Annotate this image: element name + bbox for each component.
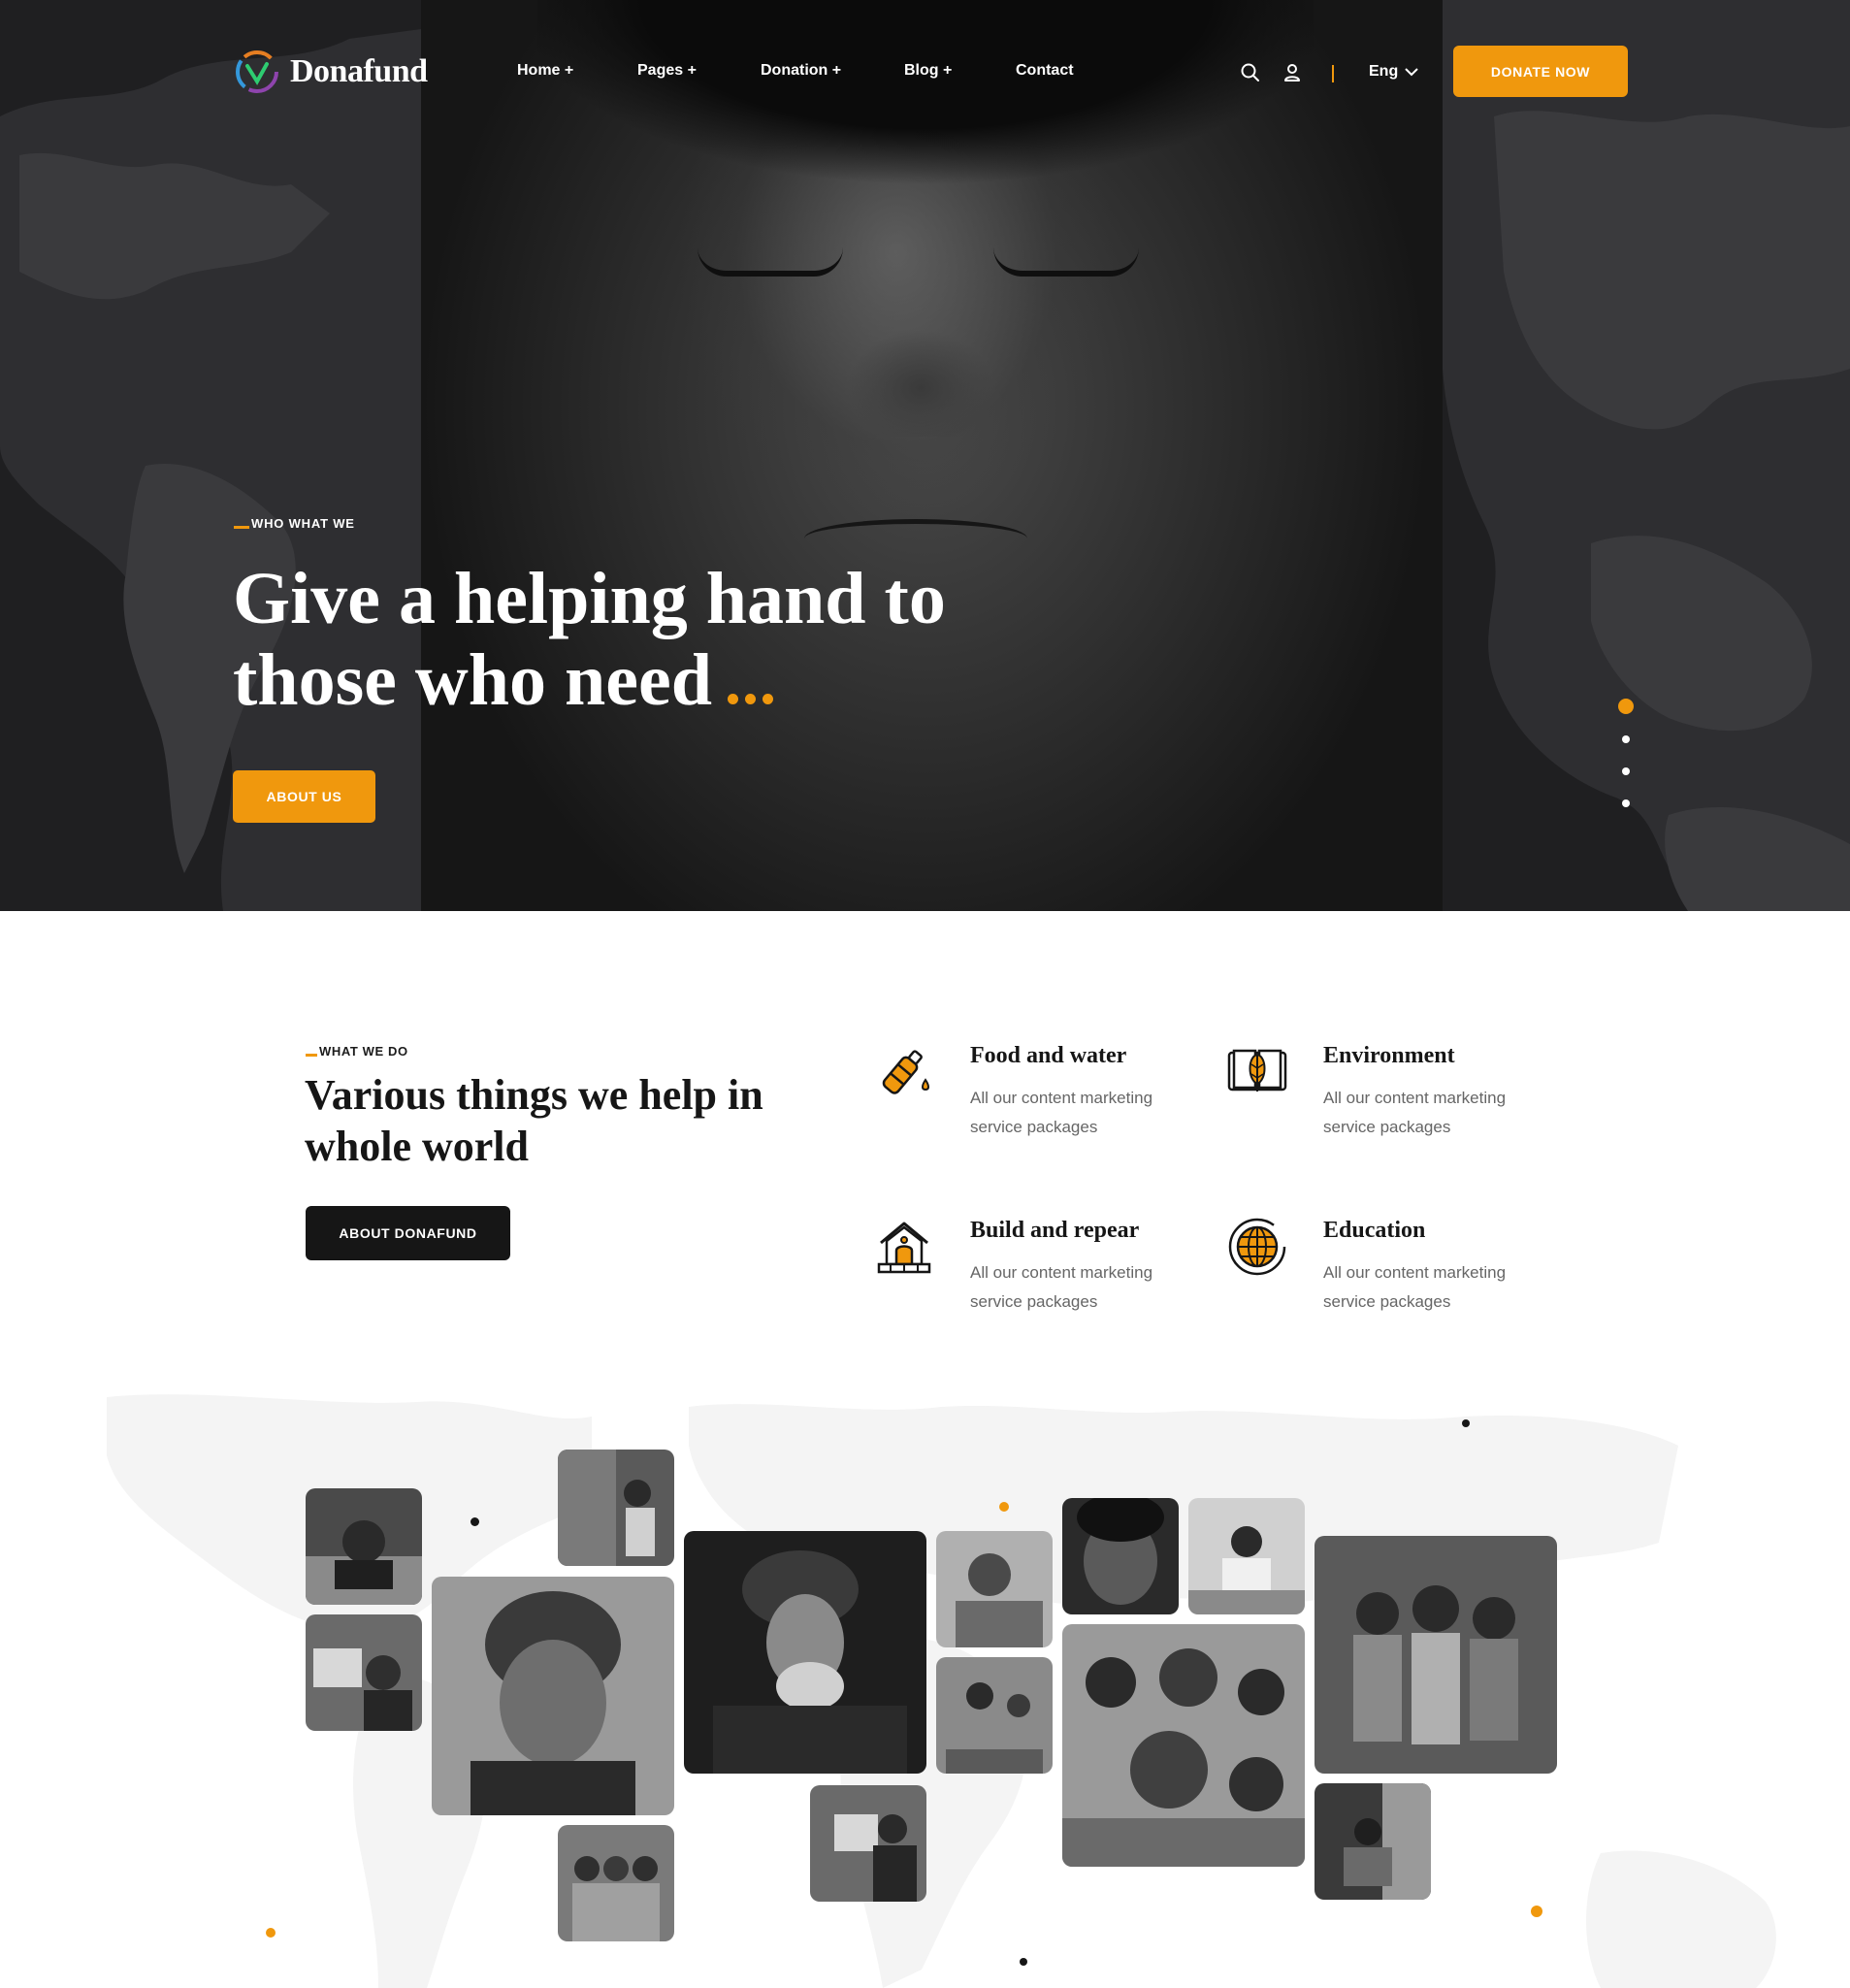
what-we-do-eyebrow-text: WHAT WE DO [319, 1044, 408, 1059]
gallery-photo[interactable] [684, 1531, 926, 1774]
decorative-dot [266, 1928, 276, 1938]
slider-dot-3[interactable] [1622, 767, 1630, 775]
house-icon [877, 1222, 931, 1274]
gallery-photo[interactable] [1314, 1536, 1557, 1774]
menu-item-contact[interactable]: Contact [1016, 62, 1074, 80]
water-bottle-icon [882, 1050, 929, 1094]
gallery-photo[interactable] [936, 1657, 1053, 1774]
language-selector[interactable]: Eng [1369, 63, 1419, 81]
search-icon[interactable] [1240, 62, 1261, 83]
gallery-photo[interactable] [1062, 1624, 1305, 1867]
user-icon[interactable] [1282, 62, 1303, 83]
decorative-dot [1531, 1906, 1542, 1917]
what-we-do-title: Various things we help in whole world [305, 1071, 763, 1170]
globe-icon [1228, 1218, 1286, 1276]
brand-name: Donafund [290, 53, 428, 89]
nav-divider [1332, 65, 1334, 82]
open-book-icon [1227, 1049, 1287, 1092]
menu-item-pages[interactable]: Pages + [637, 62, 697, 80]
service-description: All our content marketing service packag… [1323, 1263, 1507, 1311]
service-description: All our content marketing service packag… [1323, 1089, 1507, 1136]
about-donafund-button[interactable]: ABOUT DONAFUND [306, 1206, 510, 1260]
slider-dot-1-active[interactable] [1618, 699, 1634, 714]
eyebrow-accent-bar [234, 526, 249, 529]
ellipsis-dots-icon [728, 639, 780, 721]
hero-eyebrow: WHO WHAT WE [234, 516, 355, 531]
eyebrow-accent-bar [306, 1054, 317, 1057]
hero-title-line-2: those who need [233, 639, 713, 721]
decorative-dot [1462, 1419, 1470, 1427]
service-title: Build and repear [970, 1218, 1140, 1243]
gallery-photo[interactable] [936, 1531, 1053, 1647]
gallery-photo[interactable] [306, 1614, 422, 1731]
gallery-photo[interactable] [1314, 1783, 1431, 1900]
hero-section: Donafund Home + Pages + Donation + Blog … [0, 0, 1850, 911]
language-label: Eng [1369, 63, 1399, 80]
gallery-photo[interactable] [432, 1577, 674, 1815]
decorative-dot [1020, 1958, 1027, 1966]
service-education[interactable]: Education All our content marketing serv… [1226, 1216, 1546, 1332]
hero-title-line-1: Give a helping hand to [233, 558, 946, 639]
main-navigation: Donafund Home + Pages + Donation + Blog … [0, 0, 1850, 146]
service-environment[interactable]: Environment All our content marketing se… [1226, 1041, 1546, 1157]
menu-item-donation[interactable]: Donation + [761, 62, 841, 80]
about-us-button[interactable]: ABOUT US [233, 770, 375, 823]
service-build-and-repear[interactable]: Build and repear All our content marketi… [873, 1216, 1193, 1332]
gallery-photo[interactable] [306, 1488, 422, 1605]
donate-now-button[interactable]: DONATE NOW [1453, 46, 1628, 97]
menu-item-home[interactable]: Home + [517, 62, 573, 80]
decorative-dot [471, 1517, 479, 1526]
gallery-photo[interactable] [1188, 1498, 1305, 1614]
chevron-down-icon [1405, 68, 1418, 77]
logo-mark-icon [236, 50, 278, 93]
service-description: All our content marketing service packag… [970, 1089, 1153, 1136]
gallery-photo[interactable] [1062, 1498, 1179, 1614]
service-title: Education [1323, 1218, 1426, 1243]
slider-dot-2[interactable] [1622, 735, 1630, 743]
what-we-do-eyebrow: WHAT WE DO [306, 1044, 408, 1059]
service-title: Food and water [970, 1043, 1127, 1068]
hero-eyebrow-text: WHO WHAT WE [251, 516, 355, 531]
decorative-dot [999, 1502, 1009, 1512]
service-title: Environment [1323, 1043, 1455, 1068]
gallery-photo[interactable] [558, 1825, 674, 1941]
menu-item-blog[interactable]: Blog + [904, 62, 952, 80]
slider-dot-4[interactable] [1622, 799, 1630, 807]
gallery-photo[interactable] [558, 1450, 674, 1566]
service-food-and-water[interactable]: Food and water All our content marketing… [873, 1041, 1193, 1157]
brand-logo[interactable]: Donafund [234, 49, 428, 95]
service-description: All our content marketing service packag… [970, 1263, 1153, 1311]
gallery-photo[interactable] [810, 1785, 926, 1902]
hero-title: Give a helping hand to those who need [233, 558, 1028, 721]
